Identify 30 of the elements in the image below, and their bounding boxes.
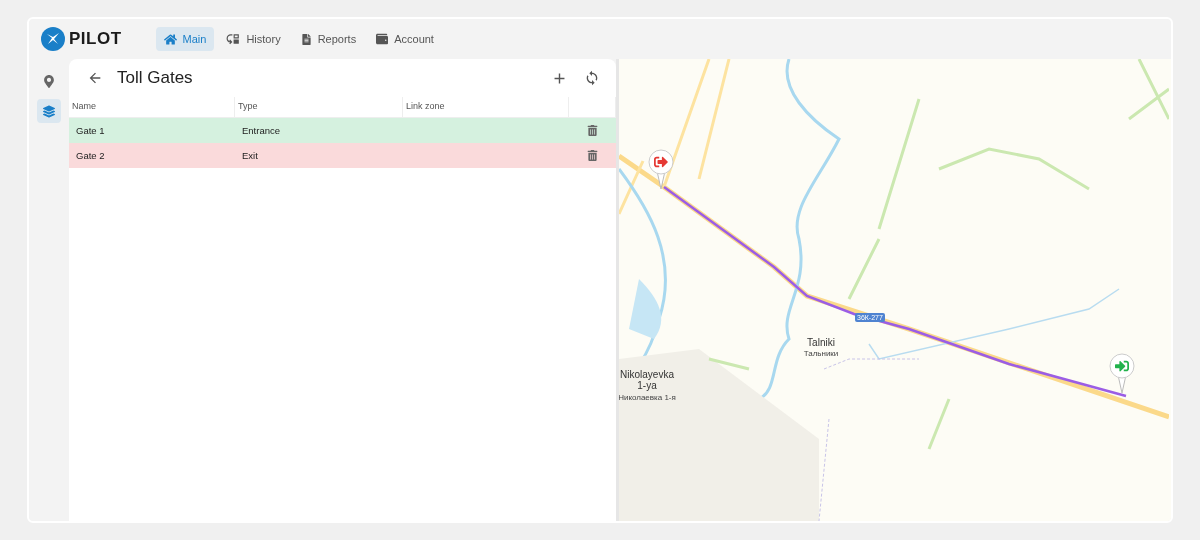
entry-door-icon — [1115, 359, 1129, 373]
delete-button[interactable] — [585, 148, 600, 163]
gate-marker[interactable] — [1109, 353, 1135, 393]
back-arrow-icon — [87, 70, 103, 86]
refresh-icon — [584, 70, 600, 86]
nav-tab[interactable]: History — [218, 27, 289, 51]
panel-title: Toll Gates — [117, 68, 194, 88]
place-label: Николаевка 1-я — [619, 393, 677, 402]
location-pin-icon — [43, 74, 55, 88]
trash-icon — [587, 125, 598, 136]
table-cell: Gate 1 — [69, 118, 235, 143]
wallet-icon — [376, 33, 389, 45]
table-cell: Gate 2 — [69, 143, 235, 168]
place-label: Talniki — [806, 337, 836, 348]
home-icon — [163, 32, 177, 46]
place-label: Nikolayevka 1-ya — [619, 369, 675, 391]
nav-tab[interactable]: Reports — [292, 27, 365, 51]
delete-button[interactable] — [585, 123, 600, 138]
layers-icon — [43, 104, 55, 118]
place-label: Тальники — [802, 349, 840, 358]
brand-name: PILOT — [69, 29, 122, 49]
table-cell: Entrance — [235, 118, 403, 143]
exit-door-icon — [654, 155, 668, 169]
nav-tab[interactable]: Account — [368, 27, 442, 51]
document-icon — [300, 33, 312, 45]
trash-icon — [587, 150, 598, 161]
gate-marker[interactable] — [648, 149, 674, 189]
logo-icon — [41, 27, 65, 51]
sidebar-button[interactable] — [37, 99, 61, 123]
table-cell: Exit — [235, 143, 403, 168]
